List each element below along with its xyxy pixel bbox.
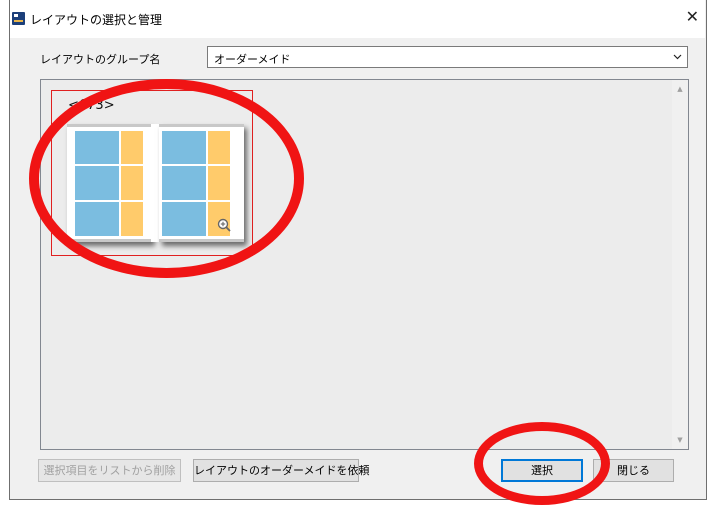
- app-icon: [12, 12, 25, 25]
- scroll-up-icon[interactable]: ▲: [676, 86, 684, 93]
- request-custom-layout-button[interactable]: レイアウトのオーダーメイドを依頼: [193, 459, 370, 482]
- select-button[interactable]: 選択: [501, 459, 583, 482]
- layout-thumbnail-left-page: [67, 124, 152, 242]
- window-title: レイアウトの選択と管理: [30, 13, 163, 27]
- layout-list[interactable]: <673> ▲ ▼: [40, 79, 689, 450]
- chevron-down-icon: [673, 54, 682, 60]
- page-gutter: [151, 124, 159, 242]
- zoom-in-icon[interactable]: [217, 218, 231, 232]
- layout-thumbnail-right-page: [159, 124, 244, 242]
- layout-item[interactable]: <673>: [51, 90, 253, 256]
- title-bar: レイアウトの選択と管理 ✕: [10, 0, 705, 38]
- group-name-value: オーダーメイド: [214, 53, 291, 66]
- layout-item-label: <673>: [68, 98, 115, 113]
- close-icon[interactable]: ✕: [686, 9, 699, 25]
- list-scrollbar[interactable]: ▲ ▼: [672, 80, 688, 449]
- remove-from-list-button[interactable]: 選択項目をリストから削除: [38, 459, 181, 482]
- close-button[interactable]: 閉じる: [593, 459, 674, 482]
- group-name-select[interactable]: オーダーメイド: [207, 46, 688, 68]
- scroll-down-icon[interactable]: ▼: [676, 437, 684, 444]
- group-name-label: レイアウトのグループ名: [40, 53, 161, 66]
